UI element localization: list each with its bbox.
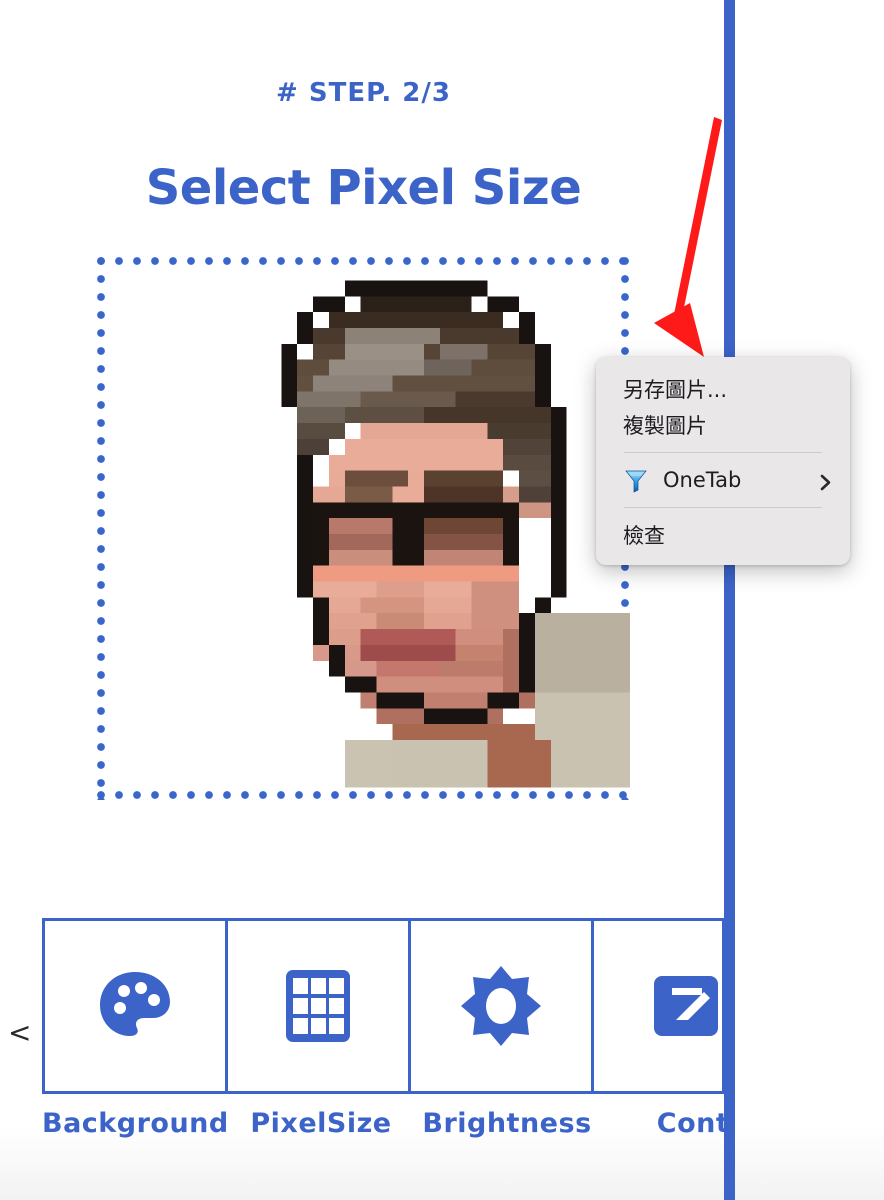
contrast-icon [644,964,723,1048]
toolbar-prev-arrow[interactable]: < [8,1019,31,1047]
menu-item-save-image-as[interactable]: 另存圖片... [596,371,850,407]
menu-item-label: OneTab [663,468,742,492]
tool-cell-brightness[interactable] [411,921,594,1091]
menu-item-label: 另存圖片... [623,378,728,402]
palette-icon [93,964,177,1048]
menu-item-inspect[interactable]: 檢查 [596,517,850,553]
app-root: # STEP. 2/3 Select Pixel Size 另存圖片... 複製… [0,0,884,1200]
tool-label-contrast[interactable]: Cont [600,1108,725,1152]
pixel-canvas-frame[interactable] [96,256,630,800]
step-indicator: # STEP. 2/3 [276,78,451,108]
tool-cell-pixelsize[interactable] [228,921,411,1091]
tool-cell-background[interactable] [45,921,228,1091]
menu-item-label: 檢查 [623,524,665,548]
sun-burst-icon [459,964,543,1048]
blue-vertical-rule [724,0,735,1200]
tool-cell-contrast[interactable] [594,921,723,1091]
chevron-right-icon [817,472,834,490]
context-menu[interactable]: 另存圖片... 複製圖片 OneTab 檢查 [596,357,850,565]
tool-label-pixelsize[interactable]: PixelSize [228,1108,414,1152]
menu-item-label: 複製圖片 [623,414,707,438]
tool-label-brightness[interactable]: Brightness [414,1108,600,1152]
menu-item-copy-image[interactable]: 複製圖片 [596,407,850,443]
menu-separator [624,452,822,453]
page-title: Select Pixel Size [145,160,582,216]
menu-item-onetab[interactable]: OneTab [596,462,850,498]
portrait-pixels [281,280,630,788]
editor-tool-strip [42,918,725,1094]
menu-separator [624,507,822,508]
onetab-funnel-icon [623,467,649,493]
tool-strip-labels: Background PixelSize Brightness Cont [42,1108,725,1152]
tool-label-background[interactable]: Background [42,1108,228,1152]
pixelated-portrait-image[interactable] [218,278,630,790]
grid-3x3-icon [276,964,360,1048]
